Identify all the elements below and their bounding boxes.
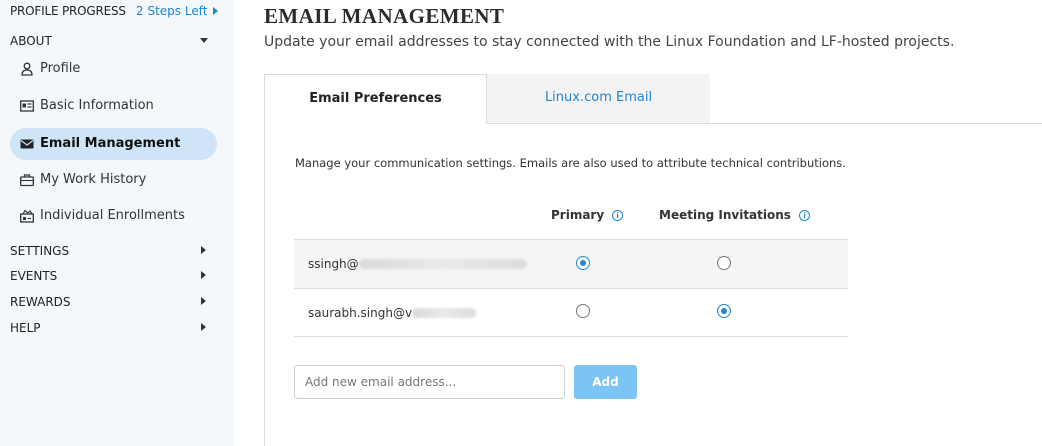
- envelope-icon: [20, 137, 34, 151]
- chevron-right-icon: [201, 323, 206, 331]
- table-row: saurabh.singh@v: [294, 288, 848, 337]
- email-address-text: saurabh.singh@v: [308, 306, 413, 320]
- chevron-right-icon: [201, 246, 206, 254]
- sidebar: PROFILE PROGRESS 2 Steps Left ABOUT Prof…: [0, 0, 234, 446]
- table-row: ssingh@: [294, 239, 848, 288]
- section-rewards-label: REWARDS: [10, 295, 71, 309]
- page-subtitle: Update your email addresses to stay conn…: [264, 34, 955, 50]
- section-help[interactable]: HELP: [10, 321, 210, 337]
- column-primary-label: Primary: [551, 208, 605, 222]
- info-icon[interactable]: i: [798, 210, 810, 221]
- sidebar-item-basic-information[interactable]: Basic Information: [10, 90, 217, 122]
- section-settings-label: SETTINGS: [10, 244, 70, 258]
- email-preferences-panel: Manage your communication settings. Emai…: [264, 123, 1042, 446]
- sidebar-item-individual-enrollments[interactable]: Individual Enrollments: [10, 200, 217, 232]
- tab-linux-com-email[interactable]: Linux.com Email: [487, 74, 710, 124]
- section-events[interactable]: EVENTS: [10, 269, 210, 285]
- sidebar-item-email-management[interactable]: Email Management: [10, 128, 217, 160]
- info-icon[interactable]: i: [612, 210, 624, 221]
- section-help-label: HELP: [10, 321, 41, 335]
- column-primary: Primary i: [551, 208, 624, 222]
- sidebar-item-profile[interactable]: Profile: [10, 53, 217, 85]
- sidebar-item-label: Individual Enrollments: [40, 208, 185, 223]
- primary-radio[interactable]: [576, 256, 590, 270]
- sidebar-item-label: Basic Information: [40, 98, 154, 113]
- tab-email-preferences[interactable]: Email Preferences: [264, 74, 487, 124]
- section-events-label: EVENTS: [10, 269, 58, 283]
- profile-progress: PROFILE PROGRESS 2 Steps Left: [10, 4, 220, 20]
- email-address: saurabh.singh@v: [308, 306, 477, 320]
- new-email-input[interactable]: [294, 365, 565, 399]
- column-meeting-invitations: Meeting Invitations i: [659, 208, 810, 222]
- meeting-invitations-radio[interactable]: [717, 304, 731, 318]
- chevron-down-icon: [200, 38, 208, 43]
- primary-radio[interactable]: [576, 304, 590, 318]
- tab-bar: Email Preferences Linux.com Email: [264, 74, 1042, 124]
- section-about-label: ABOUT: [10, 34, 52, 48]
- redacted-text: [358, 259, 527, 269]
- sidebar-item-label: My Work History: [40, 172, 147, 187]
- main-content: EMAIL MANAGEMENT Update your email addre…: [234, 0, 1042, 446]
- steps-left-link[interactable]: 2 Steps Left: [136, 4, 219, 18]
- meeting-invitations-radio[interactable]: [717, 256, 731, 270]
- user-icon: [20, 62, 34, 76]
- briefcase-icon: [20, 173, 34, 187]
- id-card-icon: [20, 99, 34, 113]
- redacted-text: [412, 308, 477, 318]
- enrollment-icon: [20, 209, 34, 223]
- sidebar-item-label: Email Management: [40, 136, 181, 151]
- chevron-right-icon: [213, 7, 219, 15]
- sidebar-item-work-history[interactable]: My Work History: [10, 164, 217, 196]
- page-title: EMAIL MANAGEMENT: [264, 4, 505, 28]
- section-settings[interactable]: SETTINGS: [10, 244, 210, 260]
- email-address-text: ssingh@: [308, 257, 359, 271]
- section-rewards[interactable]: REWARDS: [10, 295, 210, 311]
- profile-progress-title: PROFILE PROGRESS: [10, 4, 126, 18]
- steps-left-label: 2 Steps Left: [136, 4, 208, 18]
- chevron-right-icon: [201, 271, 206, 279]
- email-address: ssingh@: [308, 257, 527, 271]
- sidebar-item-label: Profile: [40, 61, 81, 76]
- panel-description: Manage your communication settings. Emai…: [295, 156, 846, 170]
- column-meeting-label: Meeting Invitations: [659, 208, 791, 222]
- add-email-button[interactable]: Add: [574, 365, 637, 399]
- chevron-right-icon: [201, 297, 206, 305]
- section-about[interactable]: ABOUT: [10, 34, 210, 50]
